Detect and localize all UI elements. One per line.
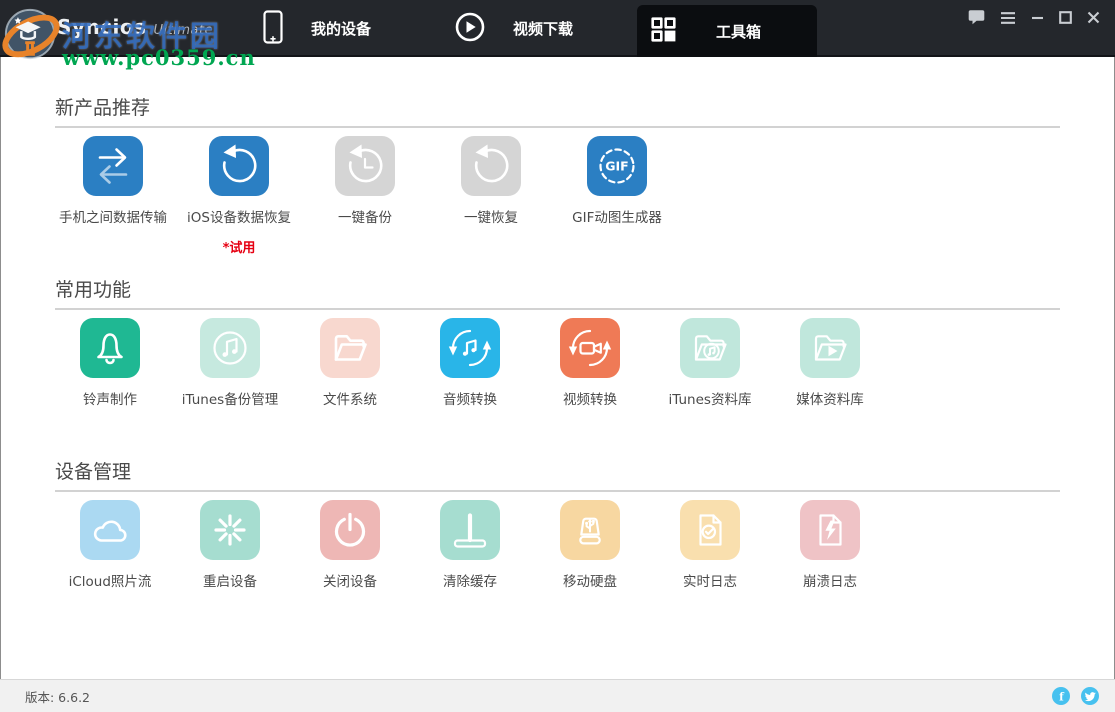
tool-one-click-backup[interactable]: 一键备份 <box>302 136 428 227</box>
feedback-icon[interactable] <box>968 9 985 26</box>
app-edition: Ultimate <box>154 23 214 38</box>
tool-itunes-library[interactable]: iTunes资料库 <box>650 318 770 409</box>
tool-realtime-log[interactable]: 实时日志 <box>650 500 770 591</box>
tool-label: 移动硬盘 <box>563 573 617 591</box>
tool-label: iTunes资料库 <box>669 391 752 409</box>
tab-label: 工具箱 <box>716 21 761 42</box>
twitter-icon[interactable] <box>1081 687 1099 705</box>
window-controls <box>968 9 1100 26</box>
svg-text:GIF: GIF <box>605 159 628 174</box>
tool-audio-converter[interactable]: 音频转换 <box>410 318 530 409</box>
audio-convert-icon <box>440 318 500 378</box>
maximize-icon[interactable] <box>1059 11 1072 24</box>
tab-my-devices[interactable]: 我的设备 <box>263 0 371 57</box>
statusbar: 版本: 6.6.2 f <box>0 679 1115 712</box>
section-divider <box>55 490 1060 492</box>
tool-ringtone-maker[interactable]: 铃声制作 <box>50 318 170 409</box>
bell-icon <box>80 318 140 378</box>
tool-label: 视频转换 <box>563 391 617 409</box>
tool-label: 实时日志 <box>683 573 737 591</box>
tool-media-library[interactable]: 媒体资料库 <box>770 318 890 409</box>
phone-transfer-icon <box>83 136 143 196</box>
tool-row: 铃声制作 iTunes备份管理 <box>50 318 1060 409</box>
tool-ios-data-recovery[interactable]: iOS设备数据恢复 *试用 <box>176 136 302 257</box>
tool-usb-drive[interactable]: 移动硬盘 <box>530 500 650 591</box>
media-library-icon <box>800 318 860 378</box>
usb-drive-icon <box>560 500 620 560</box>
tab-label: 视频下载 <box>513 18 573 39</box>
section-divider <box>55 308 1060 310</box>
tool-file-system[interactable]: 文件系统 <box>290 318 410 409</box>
tool-shutdown-device[interactable]: 关闭设备 <box>290 500 410 591</box>
section-title: 新产品推荐 <box>55 97 1060 120</box>
social-links: f <box>1052 687 1099 705</box>
tool-label: 关闭设备 <box>323 573 377 591</box>
app-logo: Syncios Ultimate <box>57 15 213 39</box>
play-circle-icon <box>455 12 485 46</box>
section-title: 设备管理 <box>55 461 1060 484</box>
tool-phone-data-transfer[interactable]: 手机之间数据传输 <box>50 136 176 227</box>
tool-label: 一键备份 <box>338 209 392 227</box>
restart-icon <box>200 500 260 560</box>
tool-label: 清除缓存 <box>443 573 497 591</box>
tool-label: 崩溃日志 <box>803 573 857 591</box>
tool-video-converter[interactable]: 视频转换 <box>530 318 650 409</box>
realtime-log-icon <box>680 500 740 560</box>
close-icon[interactable] <box>1087 11 1100 24</box>
grid-icon <box>651 17 676 46</box>
tool-label: 一键恢复 <box>464 209 518 227</box>
tool-label: iTunes备份管理 <box>182 391 278 409</box>
section-title: 常用功能 <box>55 279 1060 302</box>
itunes-backup-icon <box>200 318 260 378</box>
gif-maker-icon: GIF <box>587 136 647 196</box>
tool-label: 手机之间数据传输 <box>59 209 167 227</box>
tool-label: 媒体资料库 <box>796 391 864 409</box>
smartphone-icon <box>263 10 283 48</box>
tool-label: 文件系统 <box>323 391 377 409</box>
clean-cache-icon <box>440 500 500 560</box>
tool-label: 铃声制作 <box>83 391 137 409</box>
tool-label: GIF动图生成器 <box>572 209 662 227</box>
trial-badge: *试用 <box>223 240 256 257</box>
backup-clock-icon <box>335 136 395 196</box>
tool-label: iCloud照片流 <box>69 573 152 591</box>
section-common-functions: 常用功能 铃声制作 <box>55 279 1060 409</box>
tool-crash-log[interactable]: 崩溃日志 <box>770 500 890 591</box>
tool-itunes-backup-manager[interactable]: iTunes备份管理 <box>170 318 290 409</box>
section-device-management: 设备管理 iCloud照片流 重启设备 <box>55 461 1060 591</box>
icloud-photos-icon <box>80 500 140 560</box>
folder-icon <box>320 318 380 378</box>
menu-icon[interactable] <box>1000 11 1016 25</box>
section-new-products: 新产品推荐 手机之间数据传输 iOS设 <box>55 97 1060 257</box>
video-convert-icon <box>560 318 620 378</box>
restore-arrow-icon <box>461 136 521 196</box>
minimize-icon[interactable] <box>1031 11 1044 24</box>
data-recovery-icon <box>209 136 269 196</box>
app-name: Syncios <box>57 15 147 39</box>
tool-row: iCloud照片流 重启设备 关闭设备 <box>50 500 1060 591</box>
tool-label: 音频转换 <box>443 391 497 409</box>
section-divider <box>55 126 1060 128</box>
tool-label: 重启设备 <box>203 573 257 591</box>
tool-icloud-photo-stream[interactable]: iCloud照片流 <box>50 500 170 591</box>
crash-log-icon <box>800 500 860 560</box>
tool-one-click-restore[interactable]: 一键恢复 <box>428 136 554 227</box>
itunes-library-icon <box>680 318 740 378</box>
facebook-icon[interactable]: f <box>1052 687 1070 705</box>
tab-label: 我的设备 <box>311 18 371 39</box>
tool-label: iOS设备数据恢复 <box>187 209 291 227</box>
power-icon <box>320 500 380 560</box>
tool-gif-maker[interactable]: GIF GIF动图生成器 <box>554 136 680 227</box>
tab-video-download[interactable]: 视频下载 <box>455 0 573 57</box>
titlebar: Syncios Ultimate 我的设备 视频下载 <box>0 0 1115 57</box>
tool-row: 手机之间数据传输 iOS设备数据恢复 *试用 <box>50 136 1060 257</box>
tab-toolbox[interactable]: 工具箱 <box>637 5 817 57</box>
version-label: 版本: 6.6.2 <box>25 687 90 706</box>
tool-clear-cache[interactable]: 清除缓存 <box>410 500 530 591</box>
tool-restart-device[interactable]: 重启设备 <box>170 500 290 591</box>
toolbox-content: 新产品推荐 手机之间数据传输 iOS设 <box>0 97 1115 591</box>
